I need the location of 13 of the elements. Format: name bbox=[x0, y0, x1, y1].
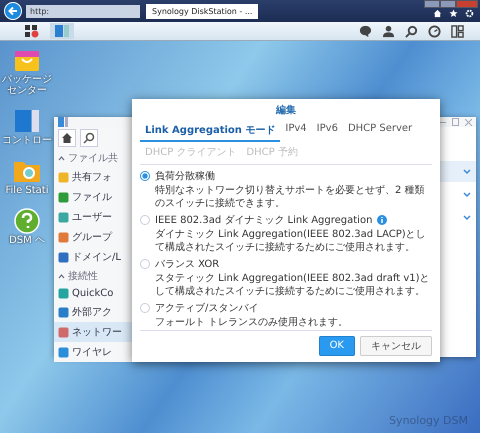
desktop-icon-label: DSM ヘ bbox=[9, 235, 45, 246]
option-label: アクティブ/スタンバイ bbox=[155, 302, 258, 315]
option-description: フォールト トレランスのみ使用されます。 bbox=[154, 317, 350, 330]
option-label: バランス XOR bbox=[155, 258, 220, 271]
dialog-title: 編集 bbox=[274, 104, 297, 117]
desktop-icon-label: File Stati bbox=[5, 185, 48, 196]
desktop-icon-label: コントロー bbox=[2, 135, 52, 146]
desktop-icon-label: パッケージセンター bbox=[1, 74, 53, 96]
option-label: 負荷分散稼働 bbox=[155, 170, 215, 183]
option-description: 特別なネットワーク切り替えサポートを必要とせず、2 種類のスイッチに接続できます。 bbox=[154, 185, 426, 210]
option-description: スタティック Link Aggregation(IEEE 802.3ad draft v1)として構成されたスイッチに接続するためにご使用されます。 bbox=[154, 273, 431, 298]
option-label: IEEE 802.3ad ダイナミック Link Aggregation bbox=[155, 214, 372, 227]
option-description: ダイナミック Link Aggregation(IEEE 802.3ad LACP)として構成されたスイッチに接続するためにご使用されます。 bbox=[154, 229, 427, 254]
